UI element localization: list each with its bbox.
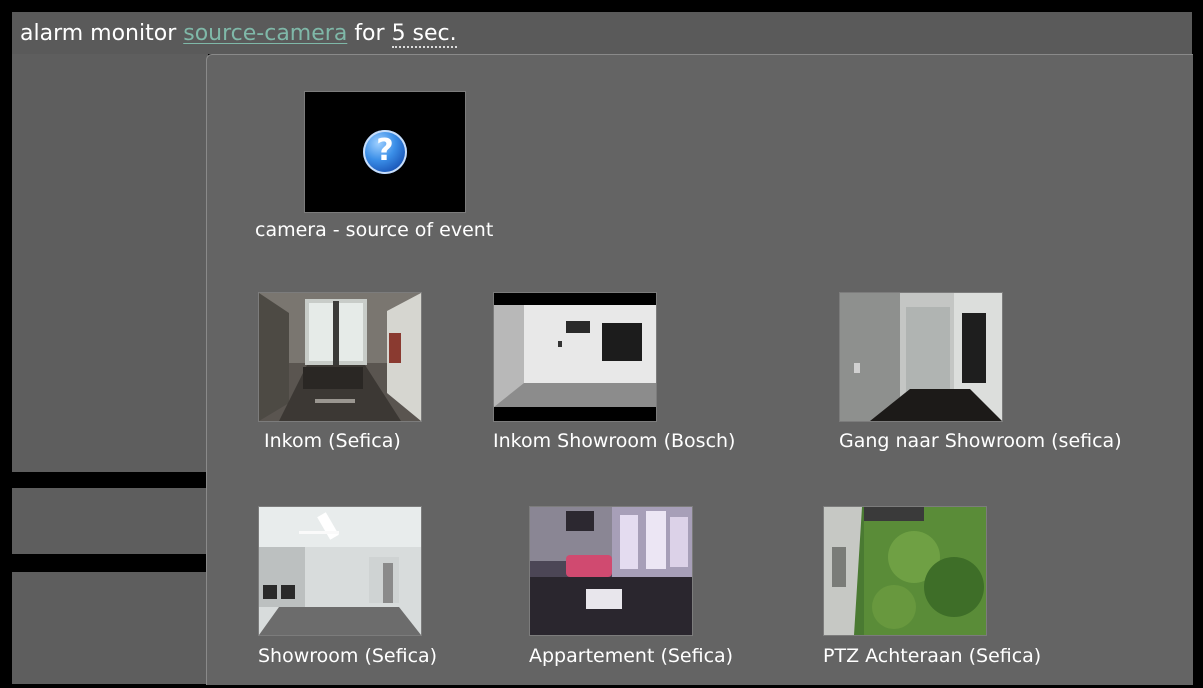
duration-value[interactable]: 5 sec. [391, 21, 457, 48]
title-bar: alarm monitor source-camera for 5 sec. [12, 12, 1192, 54]
camera-thumbnail-inkom[interactable] [258, 292, 422, 422]
alarm-description: alarm monitor source-camera for 5 sec. [20, 20, 457, 48]
camera-label-inkom: Inkom (Sefica) [264, 430, 401, 452]
camera-thumbnail-appartement[interactable] [529, 506, 693, 636]
left-panel-bottom [12, 572, 208, 684]
left-panel-middle [12, 488, 208, 554]
title-prefix: alarm monitor [20, 21, 177, 46]
camera-thumbnail-showroom[interactable] [258, 506, 422, 636]
for-text: for [354, 21, 385, 46]
source-camera-label: camera - source of event [255, 219, 494, 241]
camera-label-showroom: Showroom (Sefica) [258, 645, 438, 667]
source-camera-link[interactable]: source-camera [183, 21, 347, 46]
camera-label-ptz-achteraan: PTZ Achteraan (Sefica) [823, 645, 1042, 667]
camera-label-gang-naar-showroom: Gang naar Showroom (sefica) [839, 430, 1122, 452]
left-panel-top [12, 54, 208, 472]
camera-thumbnail-ptz-achteraan[interactable] [823, 506, 987, 636]
app-frame: alarm monitor source-camera for 5 sec. ?… [0, 0, 1203, 688]
camera-label-inkom-showroom: Inkom Showroom (Bosch) [493, 430, 736, 452]
camera-selector-popup: ? camera - source of event Inkom (Sefica… [206, 54, 1193, 685]
source-camera-thumbnail[interactable]: ? [304, 91, 466, 213]
question-mark-icon: ? [363, 130, 407, 174]
camera-label-appartement: Appartement (Sefica) [529, 645, 734, 667]
camera-thumbnail-gang-naar-showroom[interactable] [839, 292, 1003, 422]
camera-thumbnail-inkom-showroom[interactable] [493, 292, 657, 422]
